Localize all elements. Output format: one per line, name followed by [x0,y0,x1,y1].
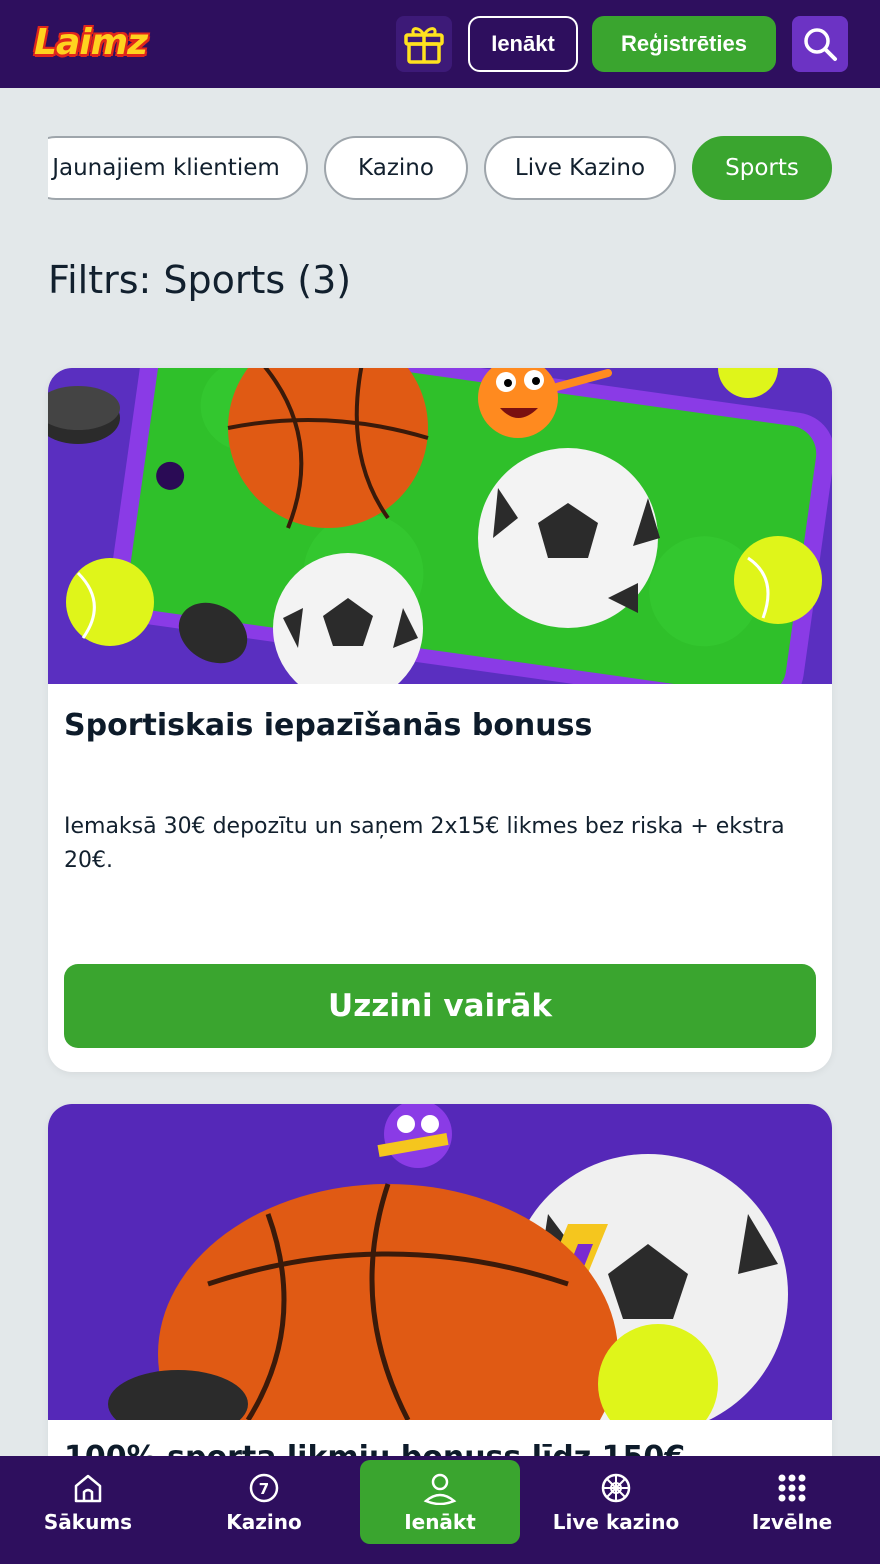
filter-chips: Jaunajiem klientiem Kazino Live Kazino S… [48,136,832,200]
promo-image-sports-balls [48,1104,832,1420]
nav-home[interactable]: Sākums [8,1460,168,1544]
roulette-icon [601,1473,631,1503]
learn-more-button[interactable]: Uzzini vairāk [64,964,816,1048]
chip-sports[interactable]: Sports [692,136,832,200]
nav-label: Sākums [43,1510,133,1534]
search-button[interactable] [792,16,848,72]
nav-label: Ienākt [404,1510,476,1534]
login-button[interactable]: Ienākt [468,16,578,72]
nav-live-casino[interactable]: Live kazino [536,1460,696,1544]
nav-label: Live kazino [552,1510,680,1534]
nav-menu[interactable]: Izvēlne [712,1460,872,1544]
chip-new-clients[interactable]: Jaunajiem klientiem [48,136,308,200]
promo-description: Iemaksā 30€ depozītu un saņem 2x15€ likm… [64,814,785,873]
bottom-navigation: Sākums 7 Kazino Ienākt Live kazino Izvēl… [0,1456,880,1564]
gift-icon [404,27,444,64]
chip-casino[interactable]: Kazino [324,136,468,200]
chip-live-casino[interactable]: Live Kazino [484,136,676,200]
nav-label: Izvēlne [751,1510,833,1534]
gift-button[interactable] [396,16,452,72]
promo-card: Sportiskais iepazīšanās bonuss Iemaksā 3… [48,368,832,1072]
filter-title: Filtrs: Sports (3) [48,258,352,302]
svg-text:7: 7 [259,1480,269,1498]
home-icon [74,1474,102,1503]
search-icon [804,28,837,61]
promo-image-sports-phone [48,368,832,684]
top-header: Laimz Ienākt Reģistrēties [0,0,880,88]
user-icon [423,1473,457,1505]
nav-casino[interactable]: 7 Kazino [184,1460,344,1544]
nav-login[interactable]: Ienākt [360,1460,520,1544]
laimz-logo[interactable]: Laimz [34,22,148,63]
register-button[interactable]: Reģistrēties [592,16,776,72]
nav-label: Kazino [226,1510,302,1534]
slot-icon: 7 [249,1473,279,1503]
promo-title: Sportiskais iepazīšanās bonuss [64,708,593,743]
menu-grid-icon [778,1474,806,1502]
